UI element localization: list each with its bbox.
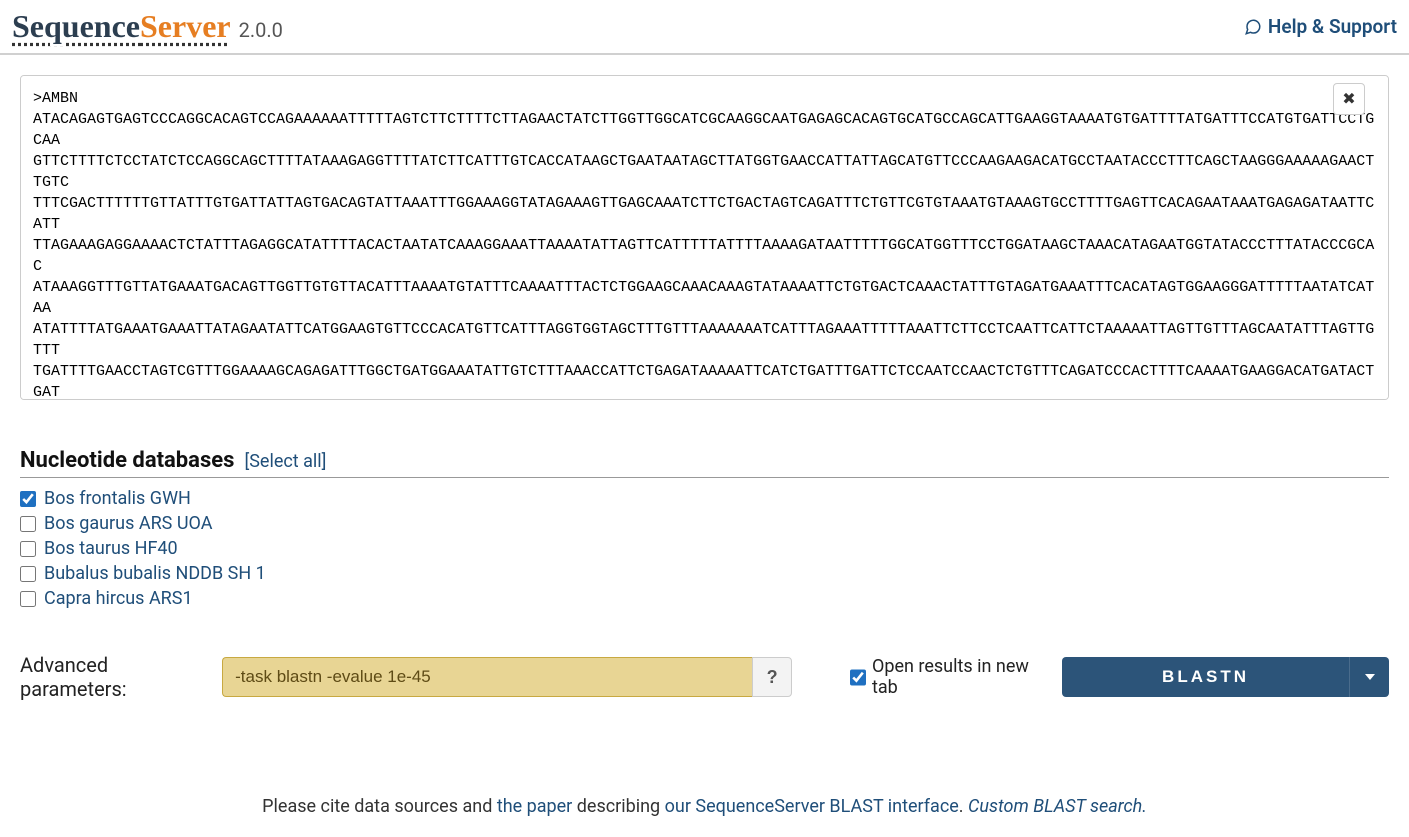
help-label: Help & Support (1268, 15, 1397, 38)
footer-interface-link[interactable]: our SequenceServer BLAST interface (665, 796, 959, 817)
logo-sequence: Sequence (12, 8, 140, 44)
main-content: ✖ Nucleotide databases [Select all] Bos … (0, 55, 1409, 837)
new-tab-group: Open results in new tab (850, 656, 1046, 698)
database-item: Capra hircus ARS1 (20, 586, 1389, 611)
advanced-input-group: ? (222, 657, 792, 697)
chevron-down-icon (1365, 674, 1375, 680)
database-title: Nucleotide databases (20, 448, 234, 473)
version-label: 2.0.0 (239, 18, 283, 42)
controls-row: Advanced parameters: ? Open results in n… (20, 653, 1389, 701)
database-checkbox[interactable] (20, 591, 36, 607)
footer: Please cite data sources and the paper d… (20, 796, 1389, 817)
new-tab-checkbox[interactable] (850, 669, 866, 686)
footer-custom-link[interactable]: Custom BLAST search. (968, 796, 1147, 817)
advanced-help-button[interactable]: ? (752, 657, 792, 697)
database-label[interactable]: Capra hircus ARS1 (44, 588, 193, 609)
footer-period: . (959, 796, 968, 817)
app-logo: SequenceServer (12, 8, 231, 45)
database-list: Bos frontalis GWH Bos gaurus ARS UOA Bos t… (20, 486, 1389, 611)
database-item: Bos taurus HF40 (20, 536, 1389, 561)
advanced-params-input[interactable] (222, 657, 752, 697)
database-label[interactable]: Bos gaurus ARS UOA (44, 513, 212, 534)
submit-group: BLASTN (1062, 657, 1389, 697)
comment-icon (1244, 18, 1262, 36)
select-all-link[interactable]: [Select all] (244, 451, 326, 472)
clear-button[interactable]: ✖ (1333, 83, 1365, 115)
database-heading: Nucleotide databases [Select all] (20, 448, 1389, 478)
footer-prefix: Please cite data sources and (262, 796, 497, 817)
database-item: Bos gaurus ARS UOA (20, 511, 1389, 536)
question-icon: ? (767, 667, 778, 687)
sequence-textarea[interactable] (20, 75, 1389, 400)
sequence-input-wrapper: ✖ (20, 75, 1389, 404)
database-label[interactable]: Bos taurus HF40 (44, 538, 178, 559)
database-label[interactable]: Bubalus bubalis NDDB SH 1 (44, 563, 266, 584)
database-checkbox[interactable] (20, 516, 36, 532)
database-checkbox[interactable] (20, 541, 36, 557)
logo-group: SequenceServer 2.0.0 (12, 8, 283, 45)
footer-mid: describing (572, 796, 664, 817)
close-icon: ✖ (1342, 89, 1355, 109)
advanced-label: Advanced parameters: (20, 653, 206, 701)
database-label[interactable]: Bos frontalis GWH (44, 488, 191, 509)
logo-server: Server (140, 8, 231, 44)
database-checkbox[interactable] (20, 566, 36, 582)
blast-dropdown-button[interactable] (1349, 657, 1389, 697)
database-item: Bos frontalis GWH (20, 486, 1389, 511)
blast-submit-button[interactable]: BLASTN (1062, 657, 1349, 697)
header: SequenceServer 2.0.0 Help & Support (0, 0, 1409, 55)
new-tab-label[interactable]: Open results in new tab (872, 656, 1046, 698)
database-item: Bubalus bubalis NDDB SH 1 (20, 561, 1389, 586)
help-support-link[interactable]: Help & Support (1244, 15, 1397, 38)
database-section: Nucleotide databases [Select all] Bos fr… (20, 448, 1389, 611)
footer-paper-link[interactable]: the paper (497, 796, 572, 817)
database-checkbox[interactable] (20, 491, 36, 507)
